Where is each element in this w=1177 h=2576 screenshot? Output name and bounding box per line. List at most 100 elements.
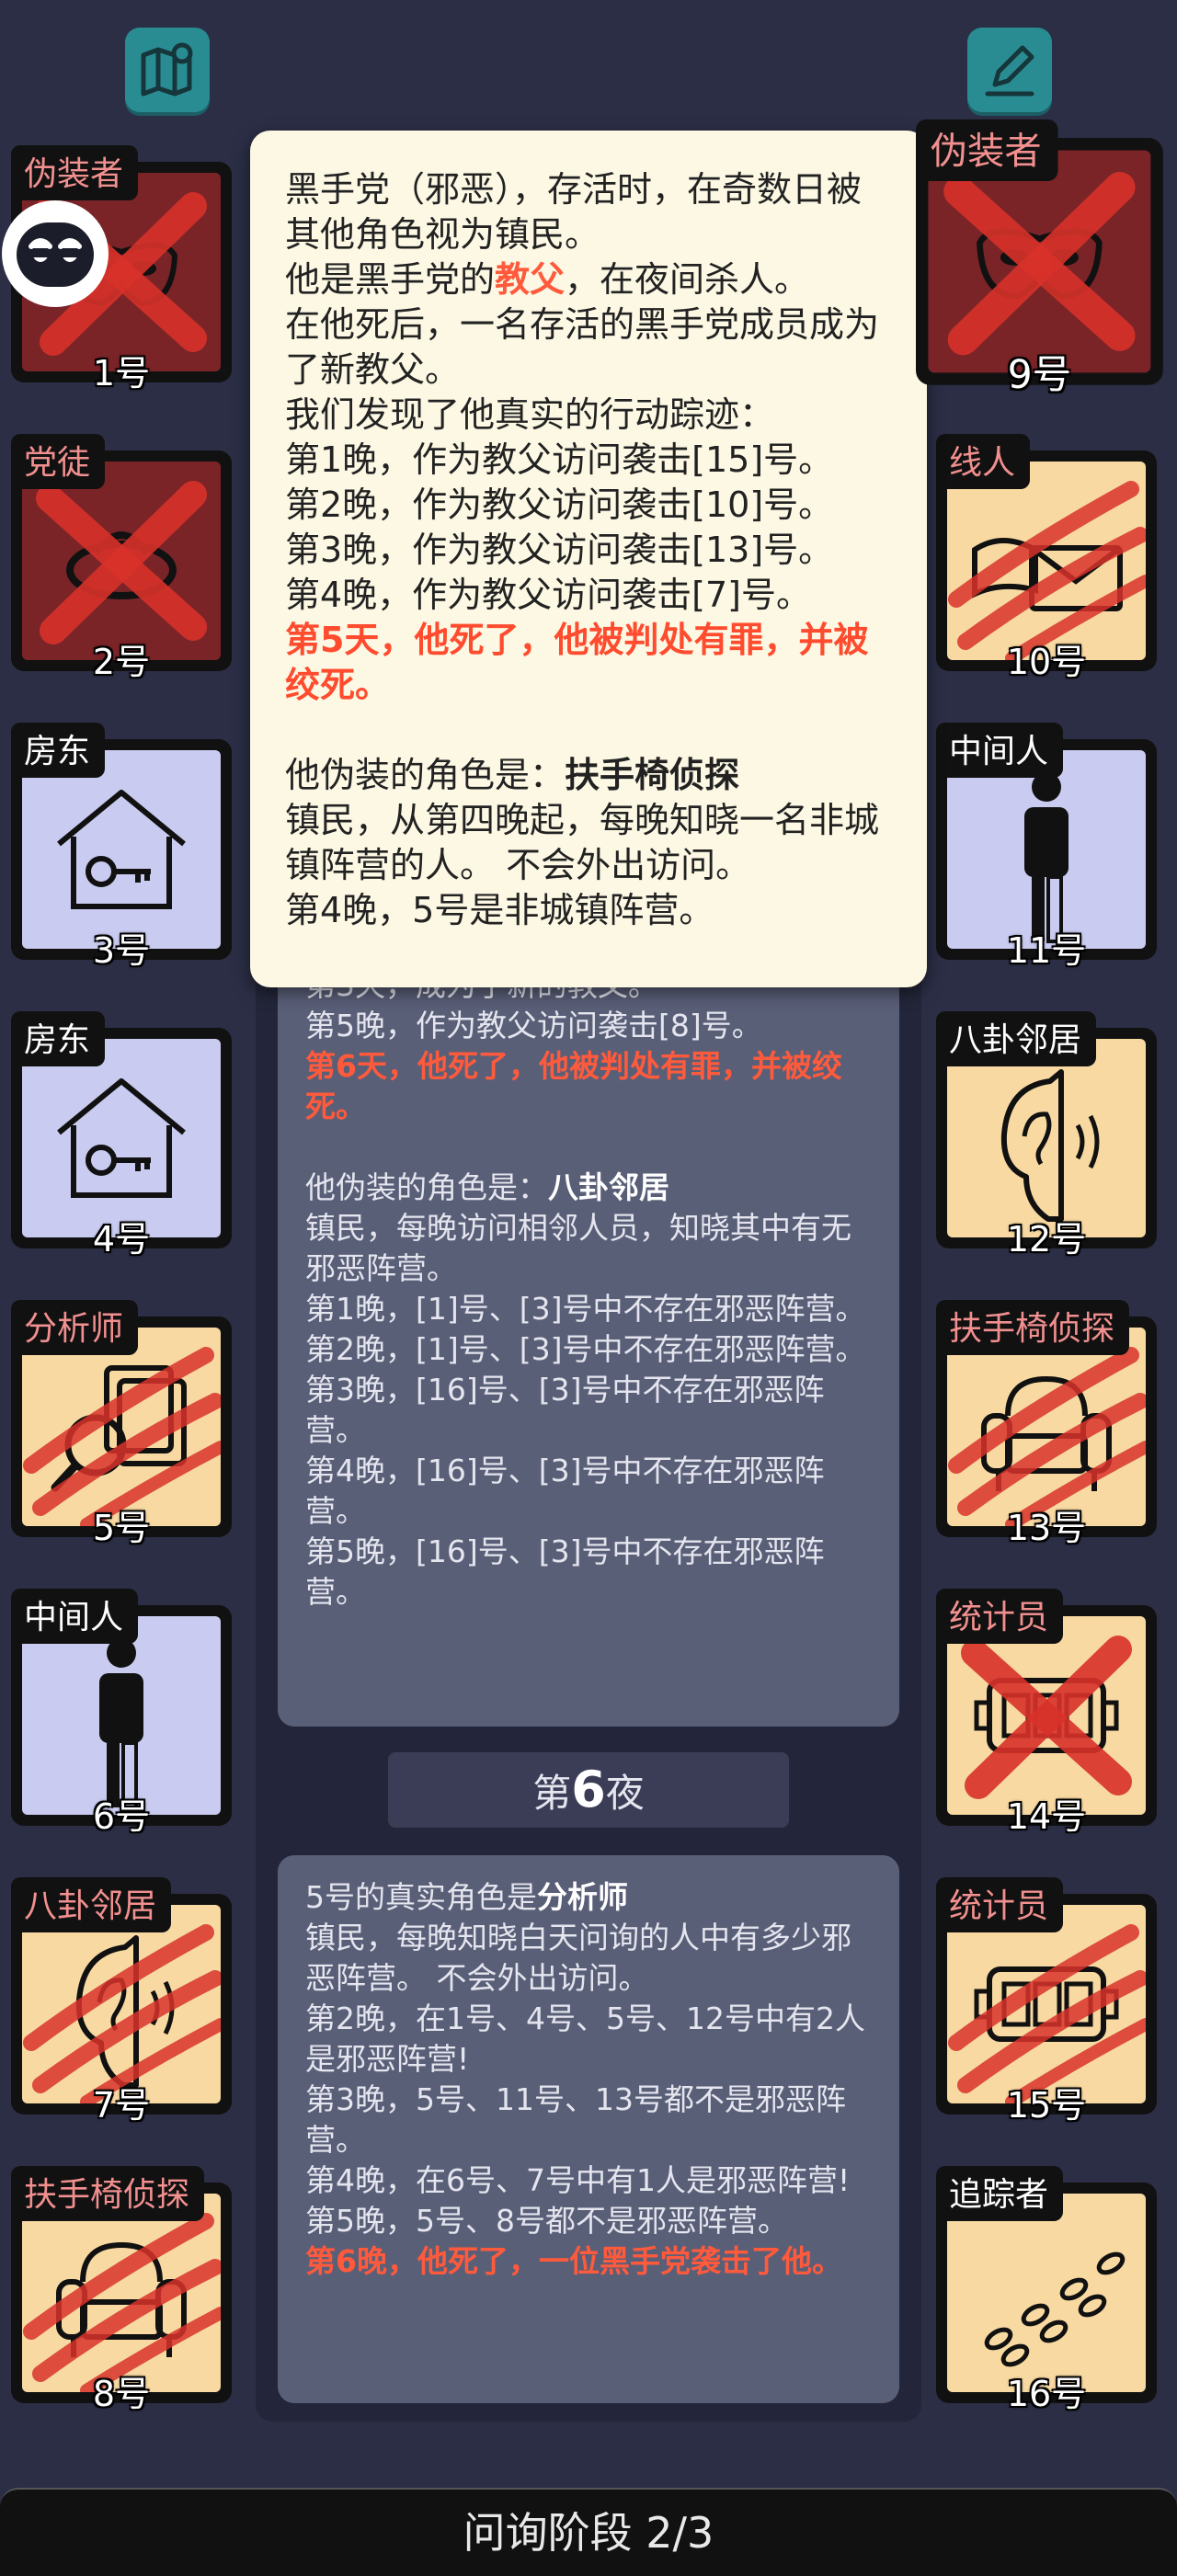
- log2-result-4: 第5晚，5号、8号都不是邪恶阵营。: [305, 2203, 788, 2239]
- player-number: 10号: [1006, 642, 1087, 682]
- player-number: 14号: [1006, 1796, 1087, 1837]
- player-number: 13号: [1006, 1508, 1087, 1548]
- player-number: 3号: [92, 930, 151, 971]
- bot-avatar[interactable]: [2, 200, 109, 307]
- card-art: [947, 1905, 1146, 2103]
- log-result-5: 第5晚，[16]号、[3]号中不存在邪恶阵营。: [305, 1533, 825, 1610]
- ear-icon: [1000, 1069, 1100, 1222]
- person-icon: [99, 1638, 143, 1809]
- player-card-7[interactable]: 八卦邻居 7号: [11, 1877, 232, 2126]
- player-number: 1号: [92, 353, 151, 393]
- tooltip-line4: 我们发现了他真实的行动踪迹：: [285, 394, 775, 435]
- role-name-tag: 中间人: [936, 723, 1064, 778]
- tooltip-line1: 黑手党（邪恶），存活时，在奇数日被其他角色视为镇民。: [285, 169, 863, 255]
- role-name-tag: 分析师: [11, 1300, 139, 1355]
- player-card-5[interactable]: 分析师 5号: [11, 1300, 232, 1548]
- robot-face-icon: [4, 202, 107, 305]
- player-card-12[interactable]: 八卦邻居 12号: [936, 1011, 1157, 1260]
- log-result-1: 第1晚，[1]号、[3]号中不存在邪恶阵营。: [305, 1291, 866, 1327]
- card-art: [928, 150, 1151, 373]
- player-number: 5号: [92, 1508, 151, 1548]
- player-number: 7号: [92, 2085, 151, 2126]
- edit-icon: [985, 45, 1034, 97]
- log2-title: 5号的真实角色是分析师: [305, 1879, 628, 1915]
- tooltip-line2: 他是黑手党的教父，在夜间杀人。: [285, 259, 810, 300]
- log2-desc: 镇民，每晚知晓白天问询的人中有多少邪恶阵营。 不会外出访问。: [305, 1920, 851, 1996]
- player-card-2[interactable]: 党徒 2号: [11, 434, 232, 682]
- house-key-icon: [57, 1078, 186, 1198]
- player-number: 12号: [1006, 1219, 1087, 1260]
- card-art: [947, 1039, 1146, 1237]
- player-number: 8号: [92, 2374, 151, 2414]
- tooltip-death: 第5天，他死了，他被判处有罪，并被绞死。: [285, 620, 869, 705]
- dead-cross-mark: [943, 171, 1136, 356]
- player-card-3[interactable]: 房东 3号: [11, 723, 232, 971]
- role-name-tag: 伪装者: [11, 145, 139, 200]
- card-art: [947, 462, 1146, 660]
- tooltip-action-2: 第2晚，作为教父访问袭击[10]号。: [285, 484, 834, 525]
- tooltip-action-3: 第3晚，作为教父访问袭击[13]号。: [285, 530, 834, 570]
- tooltip-action-1: 第1晚，作为教父访问袭击[15]号。: [285, 439, 834, 480]
- tooltip-disguise-desc: 镇民，从第四晚起，每晚知晓一名非城镇阵营的人。 不会外出访问。: [285, 800, 880, 885]
- edit-button[interactable]: [967, 28, 1052, 112]
- player-card-14[interactable]: 统计员 14号: [936, 1589, 1157, 1837]
- claw-mark: [948, 1924, 1146, 2103]
- player-number: 16号: [1006, 2374, 1087, 2414]
- role-name-tag: 扶手椅侦探: [11, 2166, 205, 2221]
- player-card-9[interactable]: 伪装者 9号: [916, 119, 1163, 397]
- footprints-icon: [984, 2251, 1126, 2367]
- player-card-6[interactable]: 中间人 6号: [11, 1589, 232, 1837]
- player-card-15[interactable]: 统计员 15号: [936, 1877, 1157, 2126]
- player-card-8[interactable]: 扶手椅侦探 8号: [11, 2166, 232, 2414]
- role-name-tag: 统计员: [936, 1877, 1064, 1932]
- player-card-16[interactable]: 追踪者 16号: [936, 2166, 1157, 2414]
- tooltip-action-4: 第4晚，作为教父访问袭击[7]号。: [285, 575, 812, 615]
- tooltip-disguise-result: 第4晚，5号是非城镇阵营。: [285, 890, 714, 930]
- log2-result-3: 第4晚，在6号、7号中有1人是邪恶阵营!: [305, 2162, 851, 2198]
- card-art: [22, 1616, 221, 1815]
- role-name-tag: 中间人: [11, 1589, 139, 1644]
- role-name-tag: 追踪者: [936, 2166, 1064, 2221]
- phase-indicator: 问询阶段 2/3: [0, 2488, 1177, 2576]
- log-disguise-line: 他伪装的角色是：八卦邻居: [305, 1169, 669, 1205]
- role-name-tag: 线人: [936, 434, 1031, 489]
- tooltip-line3: 在他死后，一名存活的黑手党成员成为了新教父。: [285, 304, 880, 390]
- role-name-tag: 八卦邻居: [936, 1011, 1097, 1066]
- claw-mark: [948, 481, 1146, 660]
- player-number: 6号: [92, 1796, 151, 1837]
- role-name-tag: 统计员: [936, 1589, 1064, 1644]
- card-art: [947, 750, 1146, 949]
- role-name-tag: 房东: [11, 1011, 106, 1066]
- log-result-4: 第4晚，[16]号、[3]号中不存在邪恶阵营。: [305, 1453, 825, 1529]
- card-art: [947, 1616, 1146, 1815]
- log-result-3: 第3晚，[16]号、[3]号中不存在邪恶阵营。: [305, 1372, 825, 1448]
- claw-mark: [948, 1347, 1146, 1526]
- card-art: [22, 1328, 221, 1526]
- person-icon: [1024, 772, 1068, 943]
- card-art: [22, 750, 221, 949]
- player-card-11[interactable]: 中间人 11号: [936, 723, 1157, 971]
- player-card-4[interactable]: 房东 4号: [11, 1011, 232, 1260]
- dead-cross-mark: [961, 1636, 1132, 1799]
- claw-mark: [23, 1924, 221, 2103]
- card-art: [22, 2194, 221, 2392]
- card-art: [22, 1039, 221, 1237]
- card-art: [22, 1905, 221, 2103]
- player-number: 4号: [92, 1219, 151, 1260]
- tooltip-disguise: 他伪装的角色是：扶手椅侦探: [285, 755, 740, 795]
- card-art: [22, 462, 221, 660]
- player-number: 2号: [92, 642, 151, 682]
- log-result-2: 第2晚，[1]号、[3]号中不存在邪恶阵营。: [305, 1331, 866, 1367]
- role-tooltip[interactable]: 黑手党（邪恶），存活时，在奇数日被其他角色视为镇民。 他是黑手党的教父，在夜间杀…: [250, 131, 927, 987]
- history-log-1[interactable]: 第3天，成为了新的教父。 第5晚，作为教父访问袭击[8]号。 第6天，他死了，他…: [278, 938, 899, 1727]
- card-art: [947, 2194, 1146, 2392]
- log2-result-2: 第3晚，5号、11号、13号都不是邪恶阵营。: [305, 2081, 846, 2158]
- map-button[interactable]: [125, 28, 210, 112]
- player-card-10[interactable]: 线人 10号: [936, 434, 1157, 682]
- dead-cross-mark: [36, 481, 207, 644]
- player-card-13[interactable]: 扶手椅侦探 13号: [936, 1300, 1157, 1548]
- role-name-tag: 八卦邻居: [11, 1877, 172, 1932]
- log-role-desc: 镇民，每晚访问相邻人员，知晓其中有无邪恶阵营。: [305, 1210, 851, 1286]
- log-night5-line: 第5晚，作为教父访问袭击[8]号。: [305, 1008, 762, 1043]
- history-log-2[interactable]: 5号的真实角色是分析师 镇民，每晚知晓白天问询的人中有多少邪恶阵营。 不会外出访…: [278, 1855, 899, 2403]
